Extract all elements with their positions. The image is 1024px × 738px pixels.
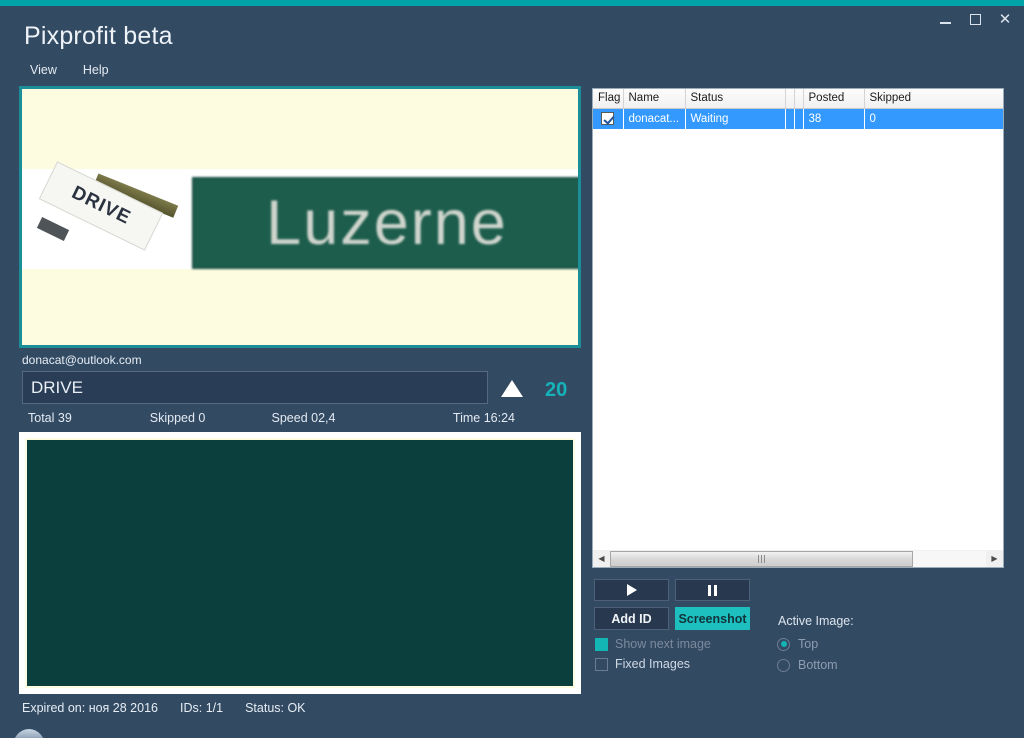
radio-option-bottom[interactable]: Bottom <box>777 658 838 672</box>
row-name-cell: donacat... <box>623 108 686 129</box>
table-header-row: Flag Name Status Posted Skipped <box>593 89 1003 109</box>
scrollbar-grip-icon <box>758 554 765 563</box>
checkbox-icon-show-next[interactable] <box>595 637 608 651</box>
radio-icon-top[interactable] <box>777 637 790 651</box>
add-id-button[interactable]: Add ID <box>594 607 669 630</box>
play-button[interactable] <box>594 579 669 601</box>
close-icon: ✕ <box>998 9 1012 28</box>
preview-image-canvas <box>25 438 575 688</box>
stat-skipped: Skipped 0 <box>149 411 206 425</box>
show-next-image-label: Show next image <box>615 637 711 651</box>
row-skipped-cell: 0 <box>864 108 1003 129</box>
status-ok: Status: OK <box>245 701 306 715</box>
fixed-images-label: Fixed Images <box>615 657 691 671</box>
page-title: Pixprofit beta <box>24 22 173 50</box>
stats-row: Total 39 Skipped 0 Speed 02,4 Time 16:24 <box>28 411 515 425</box>
answer-input[interactable] <box>22 371 488 404</box>
fixed-images-option[interactable]: Fixed Images <box>595 657 690 671</box>
maximize-button[interactable] <box>960 7 990 31</box>
luzerne-street-sign: Luzerne <box>192 177 578 269</box>
preview-image-panel[interactable] <box>19 432 581 694</box>
table-horizontal-scrollbar[interactable]: ◀ ▶ <box>592 550 1004 568</box>
scroll-left-arrow-icon[interactable]: ◀ <box>593 550 610 567</box>
column-header-extra-1[interactable] <box>785 89 795 109</box>
row-extra-2-cell <box>794 108 804 129</box>
play-icon <box>626 584 637 596</box>
captcha-canvas: DRIVE Luzerne <box>22 89 578 345</box>
row-posted-cell: 38 <box>803 108 865 129</box>
account-email: donacat@outlook.com <box>22 353 142 367</box>
accounts-grid: Flag Name Status Posted Skipped donacat.… <box>593 89 1003 129</box>
stat-total: Total 39 <box>28 411 72 425</box>
table-empty-area <box>593 129 1003 567</box>
stat-time: Time 16:24 <box>452 411 515 425</box>
row-status-cell: Waiting <box>685 108 786 129</box>
screenshot-button[interactable]: Screenshot <box>675 607 750 630</box>
radio-label-bottom: Bottom <box>798 658 838 672</box>
maximize-icon <box>969 13 981 25</box>
sign-shadow <box>36 217 70 241</box>
status-ids: IDs: 1/1 <box>180 701 224 715</box>
accounts-table: Flag Name Status Posted Skipped donacat.… <box>592 88 1004 568</box>
scrollbar-thumb[interactable] <box>610 550 913 567</box>
status-expired: Expired on: ноя 28 2016 <box>22 701 158 715</box>
checkbox-icon[interactable] <box>601 112 615 126</box>
column-header-extra-2[interactable] <box>794 89 804 109</box>
pause-icon <box>708 584 717 596</box>
column-header-flag[interactable]: Flag <box>593 89 624 109</box>
window-controls: ✕ <box>930 6 1020 32</box>
scroll-right-arrow-icon[interactable]: ▶ <box>986 550 1003 567</box>
captcha-image-panel[interactable]: DRIVE Luzerne <box>19 86 581 348</box>
column-header-posted[interactable]: Posted <box>803 89 865 109</box>
column-header-name[interactable]: Name <box>623 89 686 109</box>
taskbar-button-partial[interactable] <box>12 729 46 738</box>
radio-label-top: Top <box>798 637 819 651</box>
close-button[interactable]: ✕ <box>990 7 1020 31</box>
checkbox-icon-fixed-images[interactable] <box>595 657 608 671</box>
active-image-label: Active Image: <box>778 614 854 628</box>
column-header-skipped[interactable]: Skipped <box>864 89 1003 109</box>
table-row[interactable]: donacat... Waiting 38 0 <box>593 108 1003 129</box>
show-next-image-option[interactable]: Show next image <box>595 637 711 651</box>
row-extra-1-cell <box>785 108 795 129</box>
minimize-icon <box>939 21 951 24</box>
pause-button[interactable] <box>675 579 750 601</box>
menubar: View Help <box>30 63 109 77</box>
minimize-button[interactable] <box>930 7 960 31</box>
radio-option-top[interactable]: Top <box>777 637 818 651</box>
statusbar: Expired on: ноя 28 2016 IDs: 1/1 Status:… <box>22 701 306 715</box>
top-accent-bar <box>0 0 1024 6</box>
luzerne-sign-text: Luzerne <box>266 187 508 258</box>
radio-icon-bottom[interactable] <box>777 658 790 672</box>
menu-item-view[interactable]: View <box>30 63 57 77</box>
scrollbar-track[interactable] <box>610 550 986 567</box>
column-header-status[interactable]: Status <box>685 89 786 109</box>
stat-speed: Speed 02,4 <box>271 411 336 425</box>
countdown-counter: 20 <box>545 379 568 401</box>
up-triangle-icon[interactable] <box>501 380 523 397</box>
drive-sign-graphic: DRIVE <box>36 161 179 259</box>
row-flag-cell[interactable] <box>593 108 624 129</box>
menu-item-help[interactable]: Help <box>83 63 109 77</box>
